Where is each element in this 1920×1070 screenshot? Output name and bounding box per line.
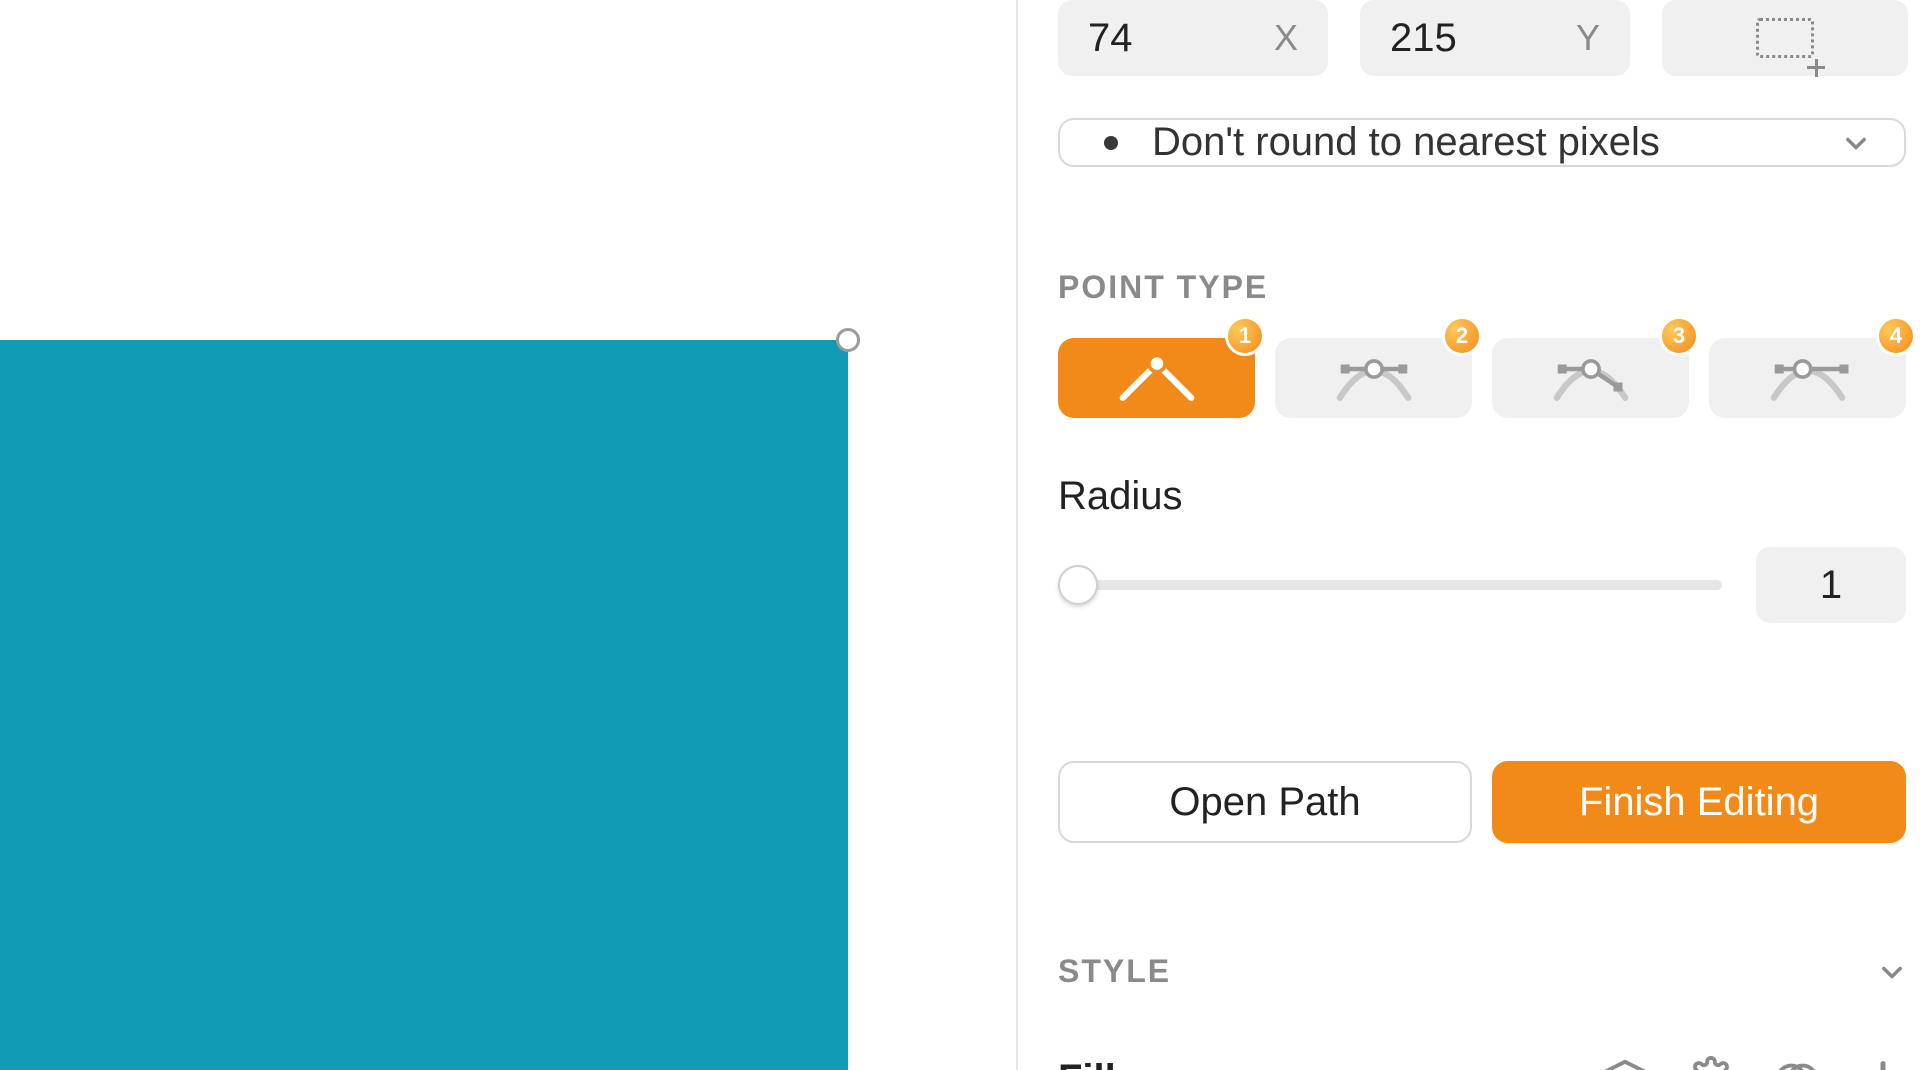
badge-4: 4 bbox=[1876, 316, 1916, 356]
point-type-mirrored-button[interactable]: 2 bbox=[1275, 338, 1472, 418]
point-type-mirrored-icon bbox=[1329, 350, 1419, 406]
open-path-button[interactable]: Open Path bbox=[1058, 761, 1472, 843]
plus-icon[interactable] bbox=[1860, 1056, 1906, 1070]
point-type-disconnected-icon bbox=[1546, 350, 1636, 406]
canvas-area[interactable] bbox=[0, 0, 1016, 1070]
x-unit-label: X bbox=[1274, 17, 1298, 59]
anchor-point[interactable] bbox=[836, 328, 860, 352]
dot-icon bbox=[1104, 136, 1118, 150]
fills-section-label: Fills bbox=[1058, 1057, 1138, 1070]
chevron-down-icon[interactable] bbox=[1878, 958, 1906, 986]
point-type-straight-icon bbox=[1112, 350, 1202, 406]
point-type-straight-button[interactable]: 1 bbox=[1058, 338, 1255, 418]
layers-icon[interactable] bbox=[1602, 1056, 1648, 1070]
y-unit-label: Y bbox=[1576, 17, 1600, 59]
inspector-panel: 74 X 215 Y Don't round to nearest pixels… bbox=[1016, 0, 1920, 1070]
x-value: 74 bbox=[1088, 16, 1133, 61]
x-position-field[interactable]: 74 X bbox=[1058, 0, 1328, 76]
badge-1: 1 bbox=[1225, 316, 1265, 356]
badge-3: 3 bbox=[1659, 316, 1699, 356]
selected-shape[interactable] bbox=[0, 340, 848, 1070]
point-type-asymmetric-button[interactable]: 4 bbox=[1709, 338, 1906, 418]
radius-label: Radius bbox=[1058, 474, 1906, 519]
gear-icon[interactable] bbox=[1688, 1056, 1734, 1070]
slider-thumb-icon[interactable] bbox=[1058, 565, 1098, 605]
chevron-down-icon bbox=[1842, 129, 1870, 157]
open-path-label: Open Path bbox=[1169, 780, 1360, 825]
finish-editing-button[interactable]: Finish Editing bbox=[1492, 761, 1906, 843]
bounds-selection-button[interactable] bbox=[1662, 0, 1908, 76]
y-position-field[interactable]: 215 Y bbox=[1360, 0, 1630, 76]
rounding-selected-label: Don't round to nearest pixels bbox=[1152, 120, 1660, 165]
radius-value-field[interactable]: 1 bbox=[1756, 547, 1906, 623]
rounding-dropdown[interactable]: Don't round to nearest pixels bbox=[1058, 118, 1906, 167]
point-type-asymmetric-icon bbox=[1763, 350, 1853, 406]
style-section-label: STYLE bbox=[1058, 953, 1171, 990]
finish-editing-label: Finish Editing bbox=[1579, 780, 1819, 825]
point-type-disconnected-button[interactable]: 3 bbox=[1492, 338, 1689, 418]
y-value: 215 bbox=[1390, 16, 1457, 61]
blend-icon[interactable] bbox=[1774, 1056, 1820, 1070]
selection-rect-icon bbox=[1756, 18, 1814, 58]
radius-value: 1 bbox=[1820, 563, 1842, 608]
point-type-section-label: POINT TYPE bbox=[1058, 269, 1906, 306]
badge-2: 2 bbox=[1442, 316, 1482, 356]
radius-slider[interactable] bbox=[1058, 580, 1722, 590]
